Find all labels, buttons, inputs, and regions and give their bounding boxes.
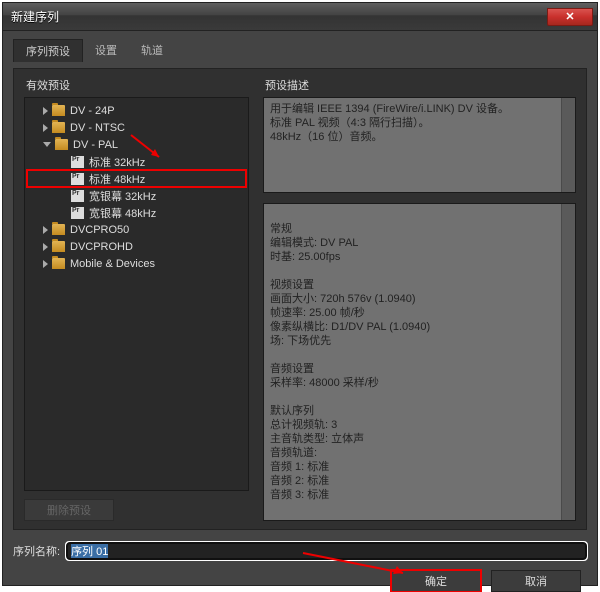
tree-folder[interactable]: DVCPRO50 bbox=[27, 221, 246, 238]
tree-folder[interactable]: DV - NTSC bbox=[27, 119, 246, 136]
presets-column: 有效预设 DV - 24P DV - NTSC DV - PAL 标准 32kHz标准… bbox=[24, 77, 249, 521]
folder-icon bbox=[52, 224, 65, 235]
sequence-name-row: 序列名称: bbox=[13, 542, 587, 560]
tree-item-label: DVCPROHD bbox=[70, 241, 133, 253]
chevron-down-icon[interactable] bbox=[43, 142, 51, 147]
tree-item-label: Mobile & Devices bbox=[70, 258, 155, 270]
titlebar: 新建序列 ✕ bbox=[3, 3, 597, 31]
cancel-button[interactable]: 取消 bbox=[491, 570, 581, 592]
tree-item-label: 标准 32kHz bbox=[89, 154, 145, 170]
chevron-right-icon[interactable] bbox=[43, 124, 48, 132]
tree-preset[interactable]: 标准 32kHz bbox=[27, 153, 246, 170]
description-column: 预设描述 用于编辑 IEEE 1394 (FireWire/i.LINK) DV… bbox=[263, 77, 576, 521]
tree-item-label: 宽银幕 48kHz bbox=[89, 205, 156, 221]
tab-tracks[interactable]: 轨道 bbox=[129, 39, 175, 62]
tab-sequence-presets[interactable]: 序列预设 bbox=[13, 39, 83, 62]
tree-item-label: 宽银幕 32kHz bbox=[89, 188, 156, 204]
tab-bar: 序列预设 设置 轨道 bbox=[13, 39, 587, 62]
dialog-button-row: 确定 取消 bbox=[13, 570, 587, 592]
folder-icon bbox=[52, 241, 65, 252]
ok-button[interactable]: 确定 bbox=[391, 570, 481, 592]
tree-item-label: 标准 48kHz bbox=[89, 171, 145, 187]
tree-preset[interactable]: 宽银幕 48kHz bbox=[27, 204, 246, 221]
chevron-right-icon[interactable] bbox=[43, 107, 48, 115]
tree-preset[interactable]: 宽银幕 32kHz bbox=[27, 187, 246, 204]
new-sequence-dialog: 新建序列 ✕ 序列预设 设置 轨道 有效预设 DV - 24P DV - NTSC… bbox=[2, 2, 598, 586]
chevron-right-icon[interactable] bbox=[43, 260, 48, 268]
preset-tree[interactable]: DV - 24P DV - NTSC DV - PAL 标准 32kHz标准 48kH… bbox=[24, 97, 249, 491]
main-panel: 有效预设 DV - 24P DV - NTSC DV - PAL 标准 32kHz标准… bbox=[13, 68, 587, 530]
folder-icon bbox=[52, 258, 65, 269]
scrollbar[interactable] bbox=[561, 98, 575, 192]
tree-preset[interactable]: 标准 48kHz bbox=[27, 170, 246, 187]
preset-description-details: 常规 编辑模式: DV PAL 时基: 25.00fps 视频设置 画面大小: … bbox=[263, 203, 576, 521]
desc-details-text: 常规 编辑模式: DV PAL 时基: 25.00fps 视频设置 画面大小: … bbox=[270, 223, 430, 501]
chevron-right-icon[interactable] bbox=[43, 243, 48, 251]
preset-icon bbox=[71, 156, 84, 168]
sequence-name-input[interactable] bbox=[66, 542, 587, 560]
folder-icon bbox=[55, 139, 68, 150]
tree-item-label: DV - PAL bbox=[73, 139, 118, 151]
preset-icon bbox=[71, 207, 84, 219]
window-title: 新建序列 bbox=[11, 8, 59, 25]
tree-item-label: DV - NTSC bbox=[70, 122, 125, 134]
desc-summary-text: 用于编辑 IEEE 1394 (FireWire/i.LINK) DV 设备。 … bbox=[270, 103, 509, 143]
description-header: 预设描述 bbox=[263, 77, 576, 93]
tree-item-label: DV - 24P bbox=[70, 105, 115, 117]
tree-item-label: DVCPRO50 bbox=[70, 224, 129, 236]
tree-folder[interactable]: DV - PAL bbox=[27, 136, 246, 153]
preset-icon bbox=[71, 173, 84, 185]
sequence-name-label: 序列名称: bbox=[13, 543, 60, 559]
dialog-body: 序列预设 设置 轨道 有效预设 DV - 24P DV - NTSC DV - PA… bbox=[3, 31, 597, 585]
folder-icon bbox=[52, 105, 65, 116]
preset-icon bbox=[71, 190, 84, 202]
close-icon: ✕ bbox=[565, 10, 574, 23]
tree-folder[interactable]: Mobile & Devices bbox=[27, 255, 246, 272]
preset-description-summary: 用于编辑 IEEE 1394 (FireWire/i.LINK) DV 设备。 … bbox=[263, 97, 576, 193]
tab-settings[interactable]: 设置 bbox=[83, 39, 129, 62]
close-button[interactable]: ✕ bbox=[547, 8, 593, 26]
tree-folder[interactable]: DVCPROHD bbox=[27, 238, 246, 255]
chevron-right-icon[interactable] bbox=[43, 226, 48, 234]
delete-preset-button: 删除预设 bbox=[24, 499, 114, 521]
folder-icon bbox=[52, 122, 65, 133]
scrollbar[interactable] bbox=[561, 204, 575, 520]
tree-folder[interactable]: DV - 24P bbox=[27, 102, 246, 119]
presets-header: 有效预设 bbox=[24, 77, 249, 93]
